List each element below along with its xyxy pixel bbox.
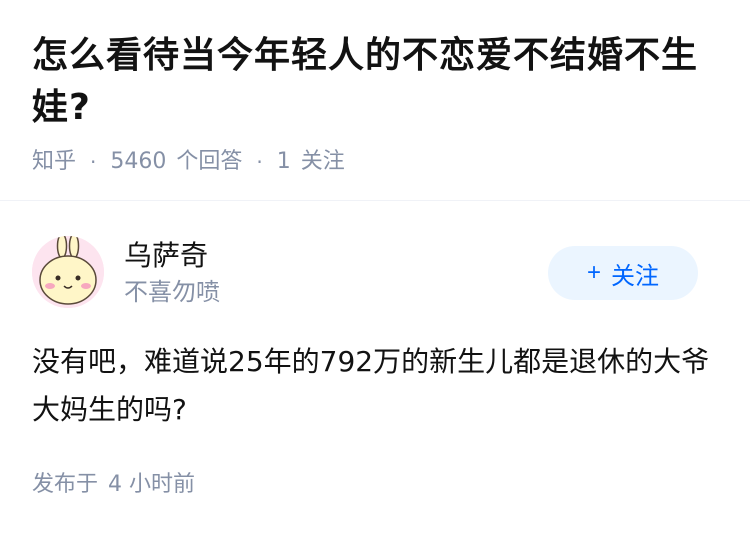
- plus-icon: +: [586, 259, 601, 286]
- source-label[interactable]: 知乎: [32, 148, 76, 176]
- posted-time: 4 小时前: [108, 472, 196, 497]
- posted-label: 发布于: [32, 472, 99, 497]
- author-bio: 不喜勿喷: [124, 278, 220, 306]
- follow-button[interactable]: + 关注: [548, 246, 698, 300]
- question-meta: 知乎 · 5460 个回答 · 1 关注: [32, 148, 722, 176]
- post-time: 发布于 4 小时前: [32, 470, 195, 500]
- question-title[interactable]: 怎么看待当今年轻人的不恋爱不结婚不生娃?: [32, 30, 722, 134]
- follow-button-label: 关注: [611, 262, 659, 290]
- answer-count-label[interactable]: 个回答: [176, 148, 242, 176]
- author-row: 乌萨奇 不喜勿喷 + 关注: [32, 236, 722, 308]
- divider: [0, 200, 750, 201]
- author-name[interactable]: 乌萨奇: [124, 238, 208, 274]
- meta-separator: ·: [256, 150, 263, 174]
- follower-count: 1: [276, 149, 291, 174]
- meta-separator: ·: [90, 150, 97, 174]
- avatar[interactable]: [32, 236, 104, 308]
- answer-count: 5460: [110, 149, 167, 174]
- avatar-image: [32, 236, 104, 308]
- answer-content[interactable]: 没有吧，难道说25年的792万的新生儿都是退休的大爷大妈生的吗?: [32, 338, 722, 434]
- follower-label[interactable]: 关注: [301, 148, 345, 176]
- question-header: 怎么看待当今年轻人的不恋爱不结婚不生娃? 知乎 · 5460 个回答 · 1 关…: [32, 30, 722, 176]
